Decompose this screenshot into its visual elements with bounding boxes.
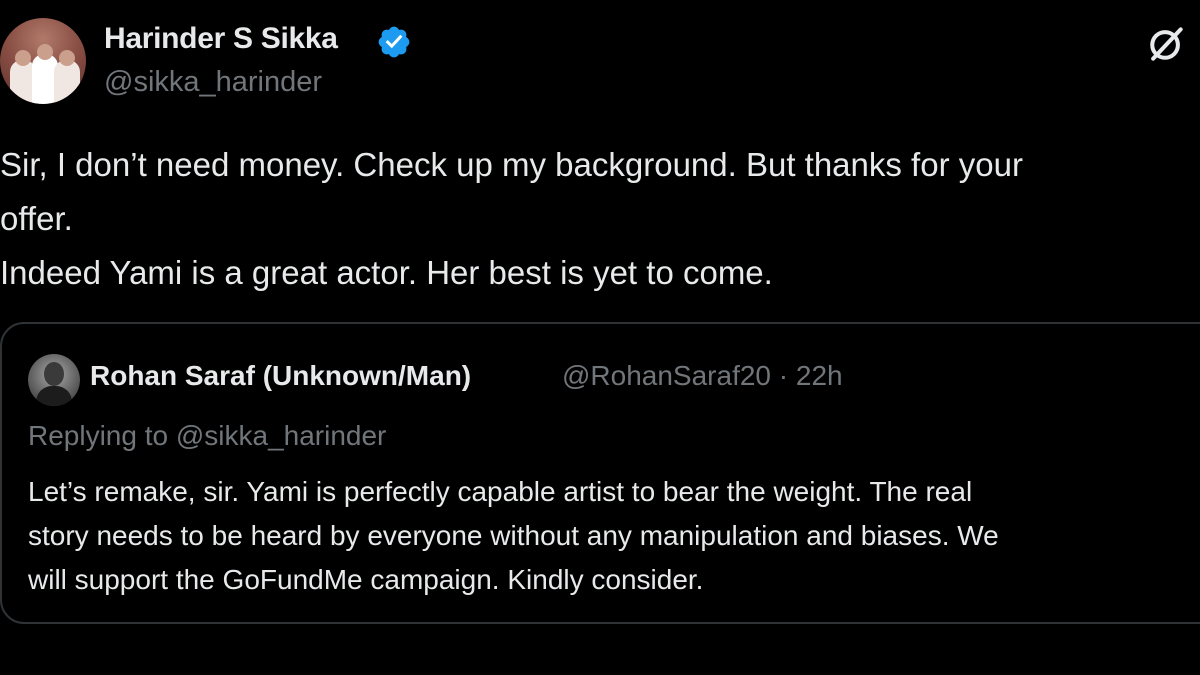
tweet-line: offer. xyxy=(0,200,73,237)
quote-line: Let’s remake, sir. Yami is perfectly cap… xyxy=(28,476,973,507)
grok-slash-icon[interactable] xyxy=(1144,22,1188,66)
quote-line: story needs to be heard by everyone with… xyxy=(28,520,999,551)
replying-to: Replying to @sikka_harinder xyxy=(28,420,387,451)
verified-badge-icon xyxy=(378,26,410,58)
author-handle[interactable]: @sikka_harinder xyxy=(104,66,322,99)
tweet-line: Sir, I don’t need money. Check up my bac… xyxy=(0,146,1023,183)
quote-line: will support the GoFundMe campaign. Kind… xyxy=(28,564,704,595)
tweet-body: Sir, I don’t need money. Check up my bac… xyxy=(0,138,1200,300)
author-display-name[interactable]: Harinder S Sikka xyxy=(104,22,338,56)
quote-body: Let’s remake, sir. Yami is perfectly cap… xyxy=(28,470,999,602)
quote-author-avatar xyxy=(28,354,80,406)
quote-author-name: Rohan Saraf (Unknown/Man) xyxy=(90,360,472,391)
quote-handle-time: @RohanSaraf20 · 22h xyxy=(562,360,843,391)
tweet-card: Harinder S Sikka @sikka_harinder Sir, I … xyxy=(0,0,1200,675)
author-avatar[interactable] xyxy=(0,18,86,104)
quoted-tweet[interactable]: Rohan Saraf (Unknown/Man) @RohanSaraf20 … xyxy=(0,322,1200,624)
tweet-line: Indeed Yami is a great actor. Her best i… xyxy=(0,254,773,291)
